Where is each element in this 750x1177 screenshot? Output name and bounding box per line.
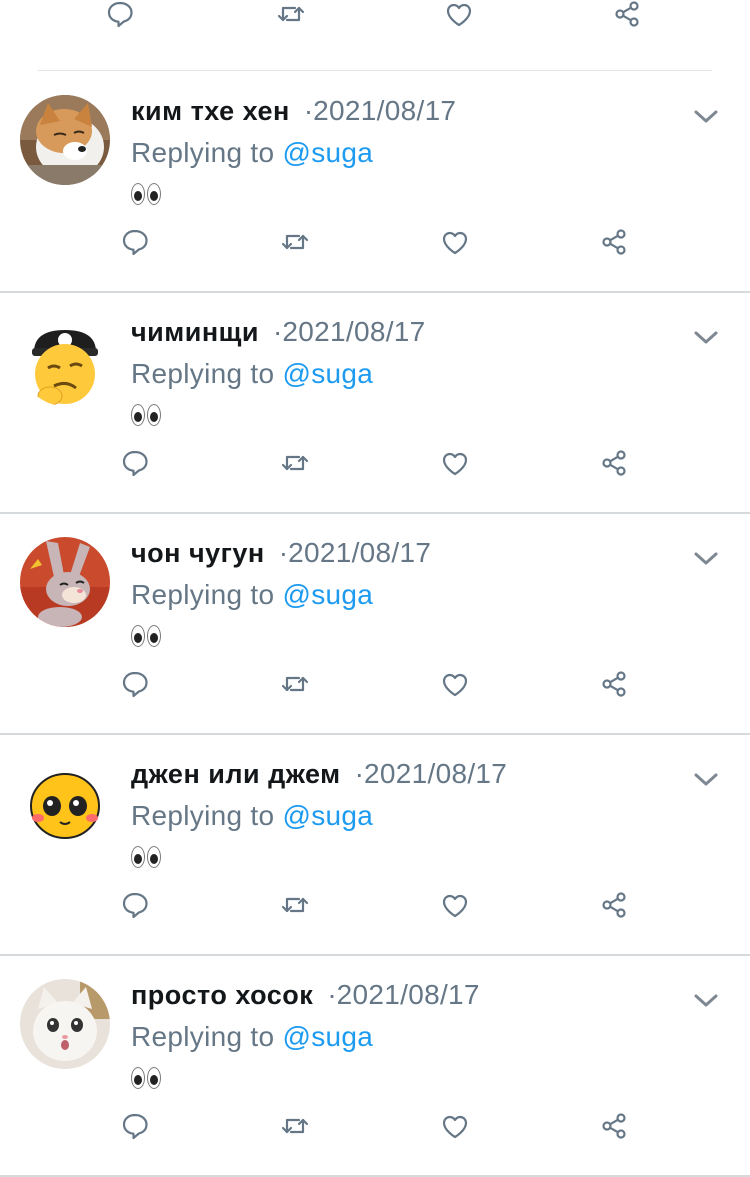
avatar[interactable] (20, 758, 110, 848)
avatar[interactable] (20, 537, 110, 627)
tweet-reply[interactable]: джен или джем · 2021/08/17 Replying to @… (0, 734, 750, 956)
separator-dot: · (303, 95, 314, 126)
avatar[interactable] (20, 979, 110, 1069)
heart-icon[interactable] (437, 445, 473, 481)
author-name[interactable]: чон чугун (131, 538, 265, 569)
retweet-icon[interactable] (277, 887, 313, 923)
share-icon[interactable] (596, 224, 632, 260)
heart-icon[interactable] (437, 1108, 473, 1144)
replying-to: Replying to @suga (131, 579, 373, 611)
author-name[interactable]: ким тхе хен (131, 96, 290, 127)
tweet-date[interactable]: 2021/08/17 (313, 95, 456, 127)
share-icon[interactable] (596, 666, 632, 702)
share-icon[interactable] (596, 887, 632, 923)
share-icon[interactable] (596, 1108, 632, 1144)
retweet-icon[interactable] (273, 0, 309, 32)
author-name[interactable]: джен или джем (131, 759, 341, 790)
replying-to: Replying to @suga (131, 800, 373, 832)
replying-to: Replying to @suga (131, 358, 373, 390)
eyes-emoji (131, 1067, 161, 1097)
mention-link[interactable]: @suga (282, 800, 373, 831)
mention-link[interactable]: @suga (282, 1021, 373, 1052)
tweet-actions (0, 217, 750, 267)
mention-link[interactable]: @suga (282, 358, 373, 389)
previous-tweet-actions (0, 0, 750, 71)
replying-to: Replying to @suga (131, 1021, 373, 1053)
eyes-emoji (131, 846, 161, 876)
tweet-actions (0, 1101, 750, 1151)
emoji-cap-avatar-icon (20, 316, 110, 406)
tweet-reply[interactable]: ким тхе хен · 2021/08/17 Replying to @su… (0, 71, 750, 293)
replying-label: Replying to (131, 579, 275, 610)
retweet-icon[interactable] (277, 224, 313, 260)
chevron-down-icon[interactable] (690, 985, 722, 1017)
heart-icon[interactable] (441, 0, 477, 32)
shiba-dog-avatar-icon (20, 95, 110, 185)
author-name[interactable]: просто хосок (131, 980, 313, 1011)
reply-icon[interactable] (117, 445, 153, 481)
eyes-emoji (131, 404, 161, 434)
separator-dot: · (354, 758, 364, 789)
reply-icon[interactable] (102, 0, 138, 32)
tweet-reply[interactable]: просто хосок · 2021/08/17 Replying to @s… (0, 955, 750, 1177)
reply-icon[interactable] (117, 1108, 153, 1144)
reply-icon[interactable] (117, 224, 153, 260)
white-cat-avatar-icon (20, 979, 110, 1069)
eyes-emoji (131, 625, 161, 655)
cute-emoji-avatar-icon (20, 758, 110, 848)
retweet-icon[interactable] (277, 445, 313, 481)
replying-label: Replying to (131, 358, 275, 389)
separator-dot: · (278, 537, 289, 568)
eye-right-icon (147, 625, 161, 647)
chevron-down-icon[interactable] (690, 101, 722, 133)
eye-left-icon (131, 1067, 145, 1089)
heart-icon[interactable] (437, 666, 473, 702)
eye-left-icon (131, 625, 145, 647)
mention-link[interactable]: @suga (282, 137, 373, 168)
mention-link[interactable]: @suga (282, 579, 373, 610)
heart-icon[interactable] (437, 887, 473, 923)
tweet-date[interactable]: 2021/08/17 (282, 316, 425, 348)
eye-left-icon (131, 846, 145, 868)
heart-icon[interactable] (437, 224, 473, 260)
retweet-icon[interactable] (277, 666, 313, 702)
chevron-down-icon[interactable] (690, 322, 722, 354)
bunny-cartoon-avatar-icon (20, 537, 110, 627)
reply-icon[interactable] (117, 666, 153, 702)
tweet-actions (0, 438, 750, 488)
replying-label: Replying to (131, 137, 275, 168)
avatar[interactable] (20, 316, 110, 406)
share-icon[interactable] (609, 0, 645, 32)
tweet-date[interactable]: 2021/08/17 (364, 758, 507, 790)
share-icon[interactable] (596, 445, 632, 481)
eye-right-icon (147, 183, 161, 205)
eyes-emoji (131, 183, 161, 213)
eye-right-icon (147, 1067, 161, 1089)
tweet-date[interactable]: 2021/08/17 (288, 537, 431, 569)
eye-right-icon (147, 404, 161, 426)
tweet-actions (0, 880, 750, 930)
separator-dot: · (273, 316, 283, 347)
retweet-icon[interactable] (277, 1108, 313, 1144)
replying-label: Replying to (131, 1021, 275, 1052)
tweet-actions (0, 659, 750, 709)
reply-icon[interactable] (117, 887, 153, 923)
avatar[interactable] (20, 95, 110, 185)
tweet-reply[interactable]: чиминщи · 2021/08/17 Replying to @suga (0, 292, 750, 514)
eye-left-icon (131, 404, 145, 426)
tweet-date[interactable]: 2021/08/17 (337, 979, 480, 1011)
replying-label: Replying to (131, 800, 275, 831)
eye-right-icon (147, 846, 161, 868)
separator-dot: · (327, 979, 337, 1010)
tweet-reply[interactable]: чон чугун · 2021/08/17 Replying to @suga (0, 513, 750, 735)
chevron-down-icon[interactable] (690, 543, 722, 575)
eye-left-icon (131, 183, 145, 205)
chevron-down-icon[interactable] (690, 764, 722, 796)
author-name[interactable]: чиминщи (131, 317, 259, 348)
replying-to: Replying to @suga (131, 137, 373, 169)
